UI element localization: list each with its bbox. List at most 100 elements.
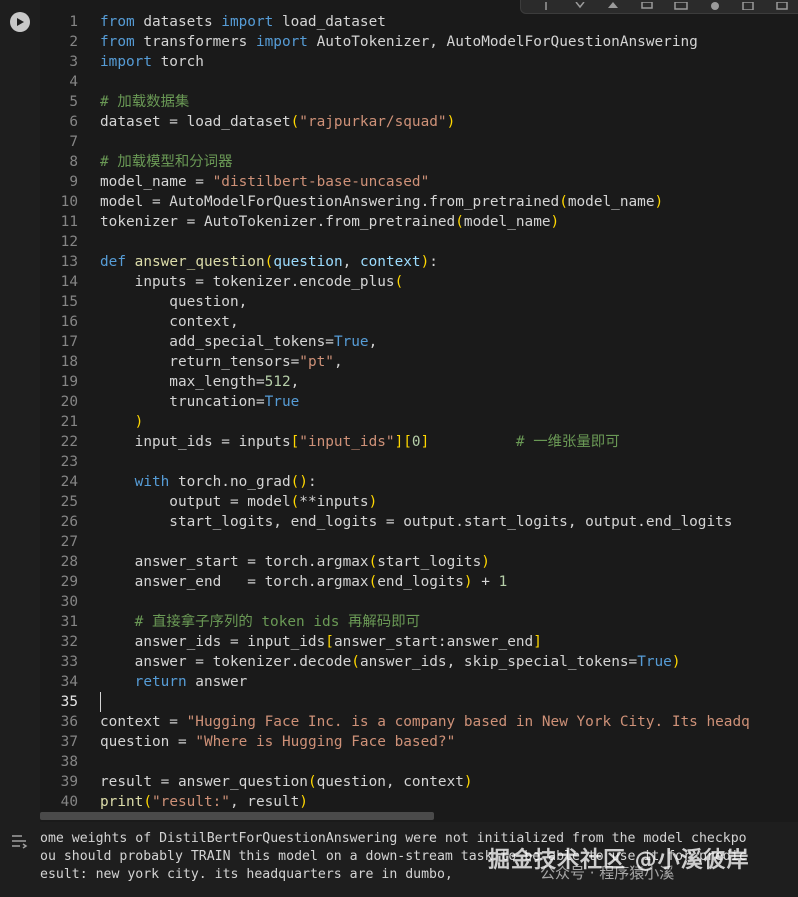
code-token: truncation= [100, 394, 265, 410]
code-token: context [359, 254, 421, 270]
code-line[interactable]: 8 # 加载模型和分词器 [40, 152, 750, 172]
code-line[interactable]: 21 ) [40, 412, 750, 432]
code-token: "result:" [152, 794, 230, 810]
settings-icon[interactable] [672, 0, 690, 10]
code-line[interactable]: 23 [40, 452, 750, 472]
code-line[interactable]: 16 context, [40, 312, 750, 332]
code-cell[interactable]: 1 from datasets import load_dataset 2 from … [0, 0, 798, 822]
code-line[interactable]: 28 answer_start = torch.argmax(start_log… [40, 552, 750, 572]
code-line[interactable]: 31 # 直接拿子序列的 token ids 再解码即可 [40, 612, 750, 632]
code-line[interactable]: 30 [40, 592, 750, 612]
code-token: ( [368, 574, 378, 590]
code-line[interactable]: 7 [40, 132, 750, 152]
code-token: 0 [411, 434, 421, 450]
line-number: 29 [60, 574, 78, 590]
line-number: 3 [69, 54, 78, 70]
run-cell-button[interactable] [10, 12, 30, 32]
code-line[interactable]: 27 [40, 532, 750, 552]
code-line[interactable]: 11 tokenizer = AutoTokenizer.from_pretrai… [40, 212, 750, 232]
code-line[interactable]: 25 output = model(**inputs) [40, 492, 750, 512]
line-number: 22 [60, 434, 78, 450]
code-token: ] [533, 634, 542, 650]
code-line[interactable]: 6 dataset = load_dataset("rajpurkar/squad… [40, 112, 750, 132]
code-token: tokenizer = AutoTokenizer.from_pretraine… [100, 214, 456, 230]
code-line[interactable]: 4 [40, 72, 750, 92]
code-line[interactable]: 2 from transformers import AutoTokenizer,… [40, 32, 750, 52]
comment-icon[interactable] [638, 0, 656, 10]
code-token: ( [455, 214, 464, 230]
code-token: ) [463, 774, 473, 790]
line-number: 34 [60, 674, 78, 690]
arrow-up-icon[interactable] [537, 0, 555, 10]
line-number: 31 [60, 614, 78, 630]
code-lines[interactable]: 1 from datasets import load_dataset 2 from … [40, 12, 750, 812]
code-token: model = AutoModelForQuestionAnswering.fr… [100, 194, 560, 210]
code-token: dataset = load_dataset [100, 114, 291, 130]
code-token: # 加载模型和分词器 [100, 154, 233, 170]
code-line[interactable]: 15 question, [40, 292, 750, 312]
code-editor[interactable]: 1 from datasets import load_dataset 2 from … [40, 0, 798, 822]
code-token: answer_ids, skip_special_tokens= [359, 654, 638, 670]
code-token: context, [100, 314, 239, 330]
line-number: 21 [60, 414, 78, 430]
code-token: ) [299, 794, 308, 810]
code-token: **inputs [299, 494, 369, 510]
code-line[interactable]: 1 from datasets import load_dataset [40, 12, 750, 32]
code-line[interactable]: 29 answer_end = torch.argmax(end_logits)… [40, 572, 750, 592]
code-line[interactable]: 40 print("result:", result) [40, 792, 750, 812]
code-token: : [307, 474, 317, 490]
code-line[interactable]: 18 return_tensors="pt", [40, 352, 750, 372]
code-line[interactable]: 10 model = AutoModelForQuestionAnswering.… [40, 192, 750, 212]
code-line[interactable]: 34 return answer [40, 672, 750, 692]
line-number: 35 [60, 694, 78, 710]
code-token: "rajpurkar/squad" [299, 114, 447, 130]
delete-icon[interactable] [739, 0, 757, 10]
code-line[interactable]: 26 start_logits, end_logits = output.sta… [40, 512, 750, 532]
code-token: , result [229, 794, 300, 810]
code-token: torch.no_grad [169, 474, 291, 490]
code-line[interactable]: 14 inputs = tokenizer.encode_plus( [40, 272, 750, 292]
code-line[interactable]: 20 truncation=True [40, 392, 750, 412]
code-line[interactable]: 5 # 加载数据集 [40, 92, 750, 112]
code-token: ) [463, 574, 473, 590]
code-token: ) [654, 194, 664, 210]
code-line[interactable]: 24 with torch.no_grad(): [40, 472, 750, 492]
code-token: True [637, 654, 672, 670]
code-token: True [264, 394, 300, 410]
code-token: end_logits [377, 574, 464, 590]
code-line[interactable]: 19 max_length=512, [40, 372, 750, 392]
code-line[interactable]: 36 context = "Hugging Face Inc. is a comp… [40, 712, 750, 732]
more-icon[interactable] [773, 0, 791, 10]
code-line[interactable]: 3 import torch [40, 52, 750, 72]
code-token: ) [420, 254, 430, 270]
code-line[interactable]: 13 def answer_question(question, context)… [40, 252, 750, 272]
code-token: ) [671, 654, 681, 670]
line-number: 13 [60, 254, 78, 270]
code-token: [ [325, 634, 334, 650]
output-settings-icon[interactable] [10, 832, 30, 850]
code-token: ( [264, 254, 274, 270]
code-line[interactable]: 35 [40, 692, 750, 712]
line-number: 16 [60, 314, 78, 330]
code-line[interactable]: 32 answer_ids = input_ids[answer_start:a… [40, 632, 750, 652]
code-line[interactable]: 9 model_name = "distilbert-base-uncased" [40, 172, 750, 192]
code-line[interactable]: 33 answer = tokenizer.decode(answer_ids,… [40, 652, 750, 672]
code-token: print [100, 794, 144, 810]
code-line[interactable]: 17 add_special_tokens=True, [40, 332, 750, 352]
line-number: 36 [60, 714, 78, 730]
code-line[interactable]: 37 question = "Where is Hugging Face base… [40, 732, 750, 752]
code-line[interactable]: 38 [40, 752, 750, 772]
code-line[interactable]: 39 result = answer_question(question, con… [40, 772, 750, 792]
code-token: def [100, 254, 126, 270]
code-line[interactable]: 22 input_ids = inputs["input_ids"][0] # … [40, 432, 750, 452]
code-line[interactable]: 12 [40, 232, 750, 252]
link-icon[interactable] [604, 0, 622, 10]
mirror-cell-icon[interactable] [706, 0, 724, 10]
arrow-down-icon[interactable] [571, 0, 589, 10]
code-token: ( [290, 114, 300, 130]
horizontal-scrollbar[interactable] [40, 812, 434, 820]
line-number: 20 [60, 394, 78, 410]
